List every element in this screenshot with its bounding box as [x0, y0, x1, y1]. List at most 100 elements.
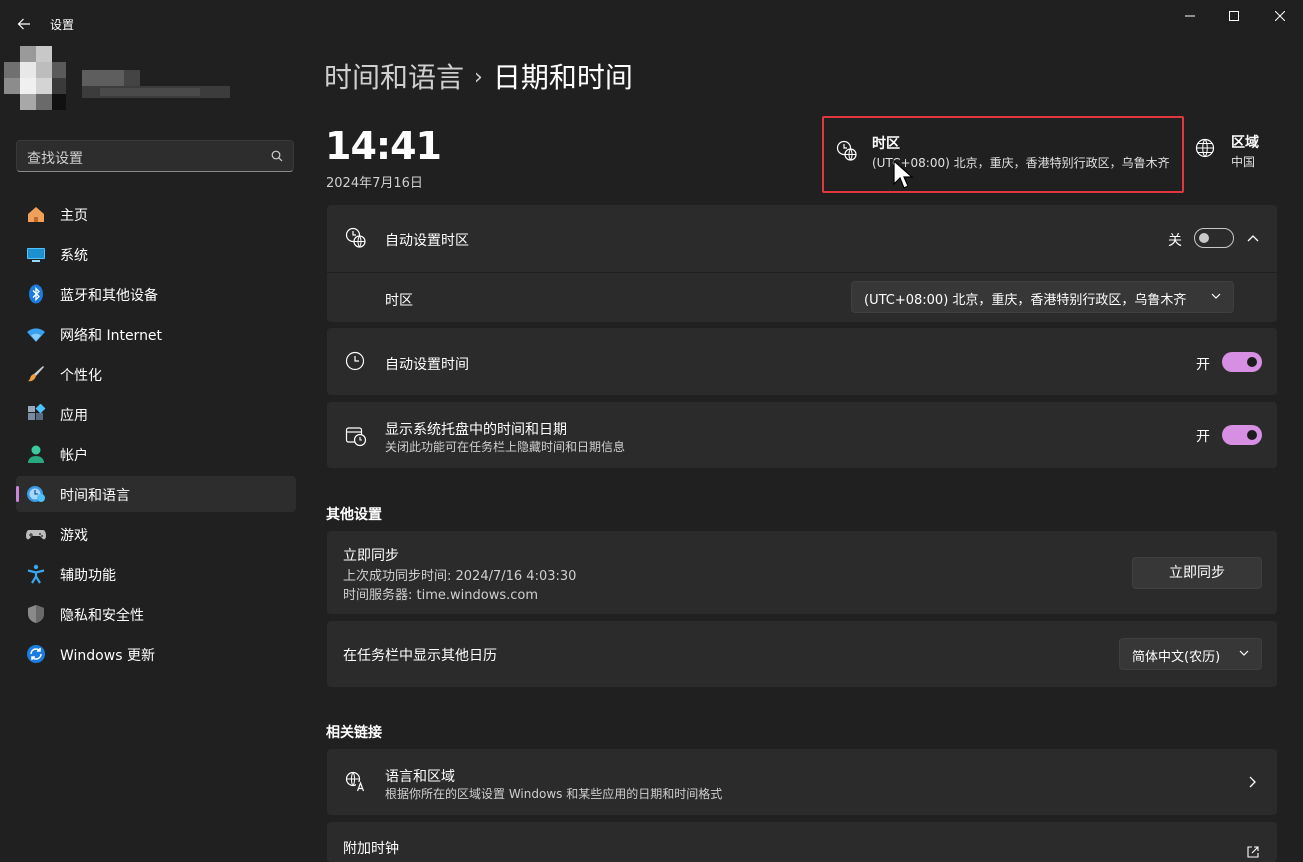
nav-label: 帐户: [60, 448, 88, 464]
nav-item-accessibility[interactable]: 辅助功能: [16, 556, 296, 592]
clock-icon: [345, 351, 365, 371]
minimize-button[interactable]: [1167, 0, 1213, 32]
chevron-down-icon: [1239, 650, 1249, 656]
auto-time-state: 开: [1196, 357, 1210, 373]
tray-time-card: 显示系统托盘中的时间和日期 关闭此功能可在任务栏上隐藏时间和日期信息 开: [327, 402, 1277, 468]
time-server: 时间服务器: time.windows.com: [343, 588, 539, 603]
close-button[interactable]: [1257, 0, 1303, 32]
clock-globe-icon: [836, 140, 857, 161]
nav-item-home[interactable]: 主页: [16, 196, 296, 232]
nav-label: 辅助功能: [60, 568, 116, 584]
globe-icon: [1195, 138, 1215, 158]
auto-timezone-label: 自动设置时区: [385, 233, 469, 249]
nav-item-gaming[interactable]: 游戏: [16, 516, 296, 552]
nav-item-bluetooth[interactable]: 蓝牙和其他设备: [16, 276, 296, 312]
account-icon: [28, 445, 44, 463]
auto-time-card: 自动设置时间 开: [327, 328, 1277, 395]
back-arrow-icon: [17, 18, 30, 30]
nav-label: 游戏: [60, 528, 88, 544]
breadcrumb-separator: ›: [474, 65, 483, 90]
language-region-title: 语言和区域: [385, 769, 455, 785]
sync-card: 立即同步 上次成功同步时间: 2024/7/16 4:03:30 时间服务器: …: [327, 531, 1277, 614]
search-placeholder: 查找设置: [27, 151, 83, 167]
region-title: 区域: [1231, 135, 1259, 151]
current-date: 2024年7月16日: [326, 176, 423, 191]
timezone-summary-title: 时区: [872, 136, 900, 152]
calendar-card: 在任务栏中显示其他日历 简体中文(农历): [327, 621, 1277, 687]
page-title: 日期和时间: [492, 61, 633, 94]
calendar-clock-icon: [345, 427, 367, 447]
back-button[interactable]: [10, 8, 38, 40]
toggle-knob: [1247, 430, 1257, 440]
minimize-icon: [1185, 15, 1195, 17]
auto-timezone-state: 关: [1168, 233, 1182, 249]
region-value: 中国: [1231, 155, 1256, 169]
clock-globe-icon: [345, 227, 366, 248]
breadcrumb-parent[interactable]: 时间和语言: [324, 61, 464, 94]
calendar-dropdown-value: 简体中文(农历): [1132, 650, 1221, 665]
auto-timezone-header[interactable]: [327, 205, 1277, 271]
extra-clocks-title: 附加时钟: [343, 841, 399, 857]
calendar-dropdown[interactable]: 简体中文(农历): [1119, 638, 1262, 670]
home-icon: [28, 207, 44, 222]
search-box[interactable]: 查找设置: [16, 140, 294, 172]
timezone-dropdown-value: (UTC+08:00) 北京，重庆，香港特别行政区，乌鲁木齐: [864, 293, 1187, 308]
auto-timezone-card: 自动设置时区 关 时区 (UTC+08:00) 北京，重庆，香港特别行政区，乌鲁…: [327, 205, 1277, 322]
language-region-description: 根据你所在的区域设置 Windows 和某些应用的日期和时间格式: [385, 787, 723, 801]
wifi-icon: [27, 328, 45, 342]
nav-label: Windows 更新: [60, 648, 155, 664]
calendar-label: 在任务栏中显示其他日历: [343, 648, 497, 664]
last-sync-time: 上次成功同步时间: 2024/7/16 4:03:30: [343, 569, 577, 584]
nav-label: 网络和 Internet: [60, 328, 163, 344]
close-icon: [1275, 11, 1285, 21]
extra-clocks-link[interactable]: 附加时钟: [327, 822, 1277, 862]
nav-item-personalization[interactable]: 个性化: [16, 356, 296, 392]
search-icon: [271, 150, 283, 162]
auto-time-toggle[interactable]: [1222, 352, 1262, 372]
tray-time-label: 显示系统托盘中的时间和日期: [385, 422, 567, 438]
nav-label: 个性化: [60, 368, 102, 384]
nav-item-network[interactable]: 网络和 Internet: [16, 316, 296, 352]
apps-icon: [28, 404, 46, 420]
nav-item-accounts[interactable]: 帐户: [16, 436, 296, 472]
tray-time-toggle[interactable]: [1222, 425, 1262, 445]
nav-item-time-language[interactable]: 时间和语言: [16, 476, 296, 512]
accessibility-icon: [27, 564, 45, 584]
tray-time-description: 关闭此功能可在任务栏上隐藏时间和日期信息: [385, 440, 626, 454]
time-language-icon: [27, 486, 45, 502]
bluetooth-icon: [29, 284, 43, 304]
nav-item-apps[interactable]: 应用: [16, 396, 296, 432]
chevron-up-icon[interactable]: [1247, 234, 1259, 242]
region-summary[interactable]: 区域 中国: [1195, 132, 1295, 172]
nav-item-system[interactable]: 系统: [16, 236, 296, 272]
user-profile[interactable]: [0, 40, 240, 120]
system-icon: [27, 248, 45, 262]
breadcrumb: 时间和语言 › 日期和时间: [324, 56, 633, 96]
toggle-knob: [1199, 233, 1209, 243]
chevron-right-icon: [1249, 776, 1256, 788]
nav-label: 蓝牙和其他设备: [60, 288, 158, 304]
auto-time-label: 自动设置时间: [385, 357, 469, 373]
shield-icon: [28, 605, 44, 623]
nav-label: 隐私和安全性: [60, 608, 144, 624]
avatar: [4, 46, 230, 110]
external-link-icon: [1247, 846, 1259, 858]
auto-timezone-toggle[interactable]: [1194, 228, 1234, 248]
timezone-label: 时区: [385, 293, 413, 309]
maximize-button[interactable]: [1211, 0, 1257, 32]
related-links-heading: 相关链接: [326, 725, 382, 741]
nav-item-windows-update[interactable]: Windows 更新: [16, 636, 296, 672]
app-title: 设置: [50, 18, 75, 32]
language-region-link[interactable]: 语言和区域 根据你所在的区域设置 Windows 和某些应用的日期和时间格式: [327, 749, 1277, 815]
nav-item-privacy[interactable]: 隐私和安全性: [16, 596, 296, 632]
language-icon: [345, 771, 366, 792]
chevron-down-icon: [1211, 293, 1221, 299]
brush-icon: [28, 366, 44, 382]
current-time: 14:41: [325, 124, 442, 168]
nav-label: 系统: [60, 248, 88, 264]
sync-now-button[interactable]: 立即同步: [1132, 557, 1262, 589]
timezone-summary-value: (UTC+08:00) 北京，重庆，香港特别行政区，乌鲁木齐: [872, 156, 1170, 170]
timezone-summary[interactable]: 时区 (UTC+08:00) 北京，重庆，香港特别行政区，乌鲁木齐: [822, 116, 1184, 193]
toggle-knob: [1247, 357, 1257, 367]
timezone-dropdown[interactable]: (UTC+08:00) 北京，重庆，香港特别行政区，乌鲁木齐: [851, 281, 1234, 313]
